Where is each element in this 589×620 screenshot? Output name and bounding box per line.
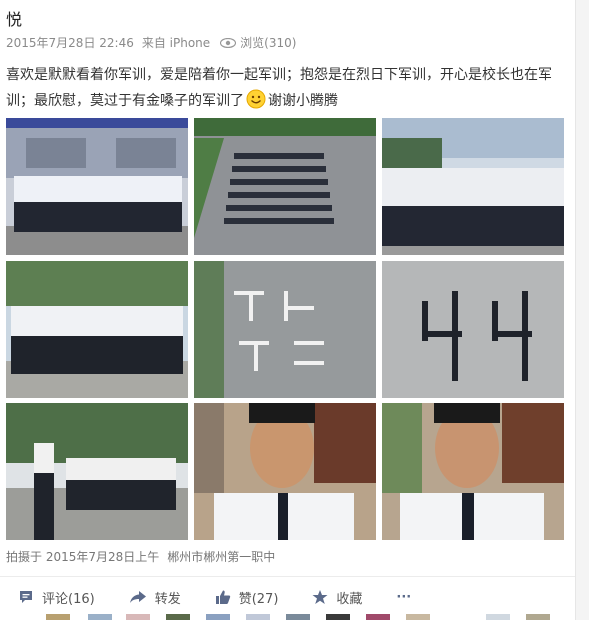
eye-icon (220, 37, 237, 48)
avatar[interactable] (366, 614, 390, 620)
more-icon: ··· (396, 589, 412, 605)
avatar[interactable] (406, 614, 430, 620)
avatar[interactable] (166, 614, 190, 620)
repost-label: 转发 (154, 591, 181, 607)
scrollbar[interactable] (576, 0, 589, 620)
favorite-button[interactable]: 收藏 (312, 588, 362, 607)
photo-4[interactable] (6, 261, 188, 398)
avatar[interactable] (206, 614, 230, 620)
avatar[interactable] (326, 614, 350, 620)
chalk-text-formation-photo (194, 261, 376, 398)
photo-1[interactable] (6, 118, 188, 255)
photo-location: 拍摄于 2015年7月28日上午 郴州市郴州第一职中 (6, 548, 275, 565)
avatar[interactable] (486, 614, 510, 620)
comment-icon (20, 591, 32, 603)
post-timestamp[interactable]: 2015年7月28日 22:46 (6, 34, 134, 51)
like-button[interactable]: 赞(27) (215, 588, 279, 607)
avatar[interactable] (526, 614, 550, 620)
photo-7[interactable] (6, 403, 188, 540)
students-lineup-photo (6, 118, 188, 255)
action-bar: 评论(16) 转发 赞(27) 收藏 ··· (0, 576, 575, 617)
students-standing-photo (6, 261, 188, 398)
photo-6[interactable] (382, 261, 564, 398)
avatar[interactable] (46, 614, 70, 620)
avatar[interactable] (88, 614, 112, 620)
photo-grid (6, 118, 564, 540)
post-views: 浏览(310) (240, 36, 297, 50)
aerial-formation-photo (194, 118, 376, 255)
location-label: 拍摄于 2015年7月28日上午 (6, 550, 160, 564)
post-meta: 2015年7月28日 22:46 来自 iPhone 浏览(310) (6, 34, 304, 51)
photo-9[interactable] (382, 403, 564, 540)
selfie-photo-2 (382, 403, 564, 540)
favorite-label: 收藏 (336, 591, 363, 607)
avatar[interactable] (286, 614, 310, 620)
post-content: 喜欢是默默看着你军训，爱是陪着你一起军训；抱怨是在烈日下军训，开心是校长也在军训… (6, 62, 556, 114)
students-row-photo (382, 118, 564, 255)
comment-avatar-strip (0, 614, 575, 620)
post-card: 悦 2015年7月28日 22:46 来自 iPhone 浏览(310) 喜欢是… (0, 0, 576, 620)
share-arrow-icon (129, 591, 146, 603)
comment-label: 评论(16) (42, 591, 95, 607)
thumbs-up-icon (215, 590, 230, 604)
photo-2[interactable] (194, 118, 376, 255)
photo-5[interactable] (194, 261, 376, 398)
photo-8[interactable] (194, 403, 376, 540)
post-source: 来自 iPhone (141, 36, 211, 50)
photo-3[interactable] (382, 118, 564, 255)
like-label: 赞(27) (238, 591, 279, 607)
comment-button[interactable]: 评论(16) (18, 588, 95, 607)
repost-button[interactable]: 转发 (129, 588, 181, 607)
training-yard-photo (6, 403, 188, 540)
avatar[interactable] (246, 614, 270, 620)
post-text-thanks: 谢谢小腾腾 (268, 93, 338, 109)
location-place[interactable]: 郴州市郴州第一职中 (167, 550, 275, 564)
selfie-photo-1 (194, 403, 376, 540)
avatar[interactable] (126, 614, 150, 620)
star-icon (312, 590, 328, 604)
smiley-emoji-icon (246, 89, 266, 109)
number-formation-photo (382, 261, 564, 398)
more-button[interactable]: ··· (396, 590, 411, 605)
post-title: 悦 (6, 10, 23, 29)
